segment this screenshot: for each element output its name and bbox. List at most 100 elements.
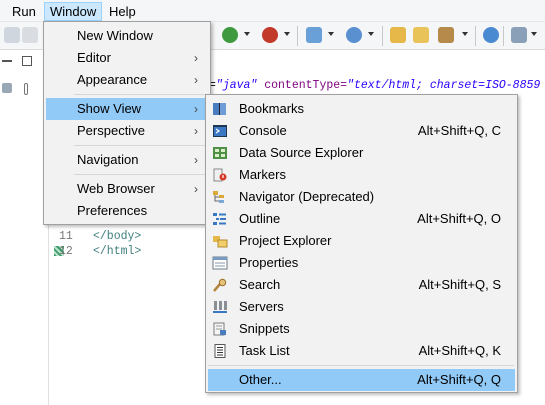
open-folder-icon[interactable]: [413, 27, 429, 43]
toolbar-item-icon[interactable]: [511, 27, 527, 43]
snippets-icon: [213, 322, 226, 336]
menu-item-label: Web Browser: [77, 181, 155, 196]
chevron-down-icon[interactable]: [368, 32, 374, 36]
menu-item-other[interactable]: Other... Alt+Shift+Q, Q: [208, 369, 515, 391]
code-attribute: contentType=: [257, 79, 348, 92]
menu-item-label: Show View: [77, 101, 142, 116]
submenu-arrow-icon: ›: [194, 182, 198, 196]
menu-bar: Run Window Help: [0, 0, 545, 22]
chevron-down-icon[interactable]: [284, 32, 290, 36]
markers-icon: [213, 168, 227, 182]
task-list-icon: [214, 344, 226, 358]
menu-item-show-view[interactable]: Show View ›: [46, 98, 208, 120]
menu-item-label: Other...: [239, 372, 282, 387]
menu-item-new-window[interactable]: New Window: [46, 25, 208, 47]
chevron-down-icon[interactable]: [531, 32, 537, 36]
menu-separator: [74, 94, 207, 95]
submenu-arrow-icon: ›: [194, 51, 198, 65]
menu-item-label: Servers: [239, 299, 284, 314]
menu-item-shortcut: Alt+Shift+Q, S: [418, 277, 501, 292]
toolbar-separator: [297, 26, 298, 46]
toolbar-separator: [475, 26, 476, 46]
menu-item-label: Project Explorer: [239, 233, 332, 248]
search-tool-icon[interactable]: [438, 27, 454, 43]
chevron-down-icon[interactable]: [244, 32, 250, 36]
new-server-icon[interactable]: [306, 27, 322, 43]
bookmarks-icon: [213, 103, 226, 115]
menu-item-label: Outline: [239, 211, 281, 226]
navigator-icon: [213, 191, 224, 203]
run-icon[interactable]: [262, 27, 278, 43]
menu-item-search[interactable]: Search Alt+Shift+Q, S: [208, 274, 515, 296]
menu-separator: [74, 174, 207, 175]
outline-icon: [213, 213, 226, 225]
menu-help[interactable]: Help: [104, 2, 141, 21]
menu-item-appearance[interactable]: Appearance ›: [46, 69, 208, 91]
menu-item-label: Search: [239, 277, 281, 292]
menu-item-label: Data Source Explorer: [239, 145, 364, 160]
menu-item-label: Perspective: [77, 123, 145, 138]
menu-window[interactable]: Window: [44, 2, 103, 21]
menu-separator: [208, 365, 514, 366]
menu-item-snippets[interactable]: Snippets: [208, 318, 515, 340]
menu-item-label: Snippets: [239, 321, 290, 336]
menu-item-label: Appearance: [77, 72, 148, 87]
menu-item-label: New Window: [77, 28, 153, 43]
menu-item-shortcut: Alt+Shift+Q, O: [417, 211, 501, 226]
window-menu: New Window Editor › Appearance › Show Vi…: [43, 21, 211, 225]
menu-item-label: Console: [239, 123, 287, 138]
external-tools-icon[interactable]: [346, 27, 362, 43]
code-line: </html>: [93, 245, 142, 258]
menu-item-bookmarks[interactable]: Bookmarks: [208, 98, 515, 120]
menu-item-navigator[interactable]: Navigator (Deprecated): [208, 186, 515, 208]
menu-run[interactable]: Run: [7, 2, 41, 21]
console-icon: [213, 125, 227, 137]
toolbar-item-icon[interactable]: [22, 27, 38, 43]
menu-item-web-browser[interactable]: Web Browser ›: [46, 178, 208, 200]
menu-item-outline[interactable]: Outline Alt+Shift+Q, O: [208, 208, 515, 230]
project-explorer-icon: [213, 236, 228, 248]
code-string: "text/html; charset=ISO-8859: [347, 79, 541, 92]
show-view-submenu: Bookmarks Console Alt+Shift+Q, C Data So…: [205, 94, 518, 393]
menu-item-shortcut: Alt+Shift+Q, C: [417, 123, 501, 138]
data-source-icon: [213, 147, 227, 159]
debug-icon[interactable]: [222, 27, 238, 43]
menu-item-label: Markers: [239, 167, 286, 182]
line-number: 11: [59, 230, 73, 243]
chevron-down-icon[interactable]: [462, 32, 468, 36]
code-string: "java": [215, 79, 258, 92]
submenu-arrow-icon: ›: [194, 124, 198, 138]
code-line-attributes: ="java" contentType="text/html; charset=…: [209, 79, 540, 92]
left-trim-stack: [0, 51, 42, 405]
properties-icon: [212, 256, 228, 270]
menu-item-console[interactable]: Console Alt+Shift+Q, C: [208, 120, 515, 142]
submenu-arrow-icon: ›: [194, 153, 198, 167]
menu-item-shortcut: Alt+Shift+Q, K: [418, 343, 501, 358]
menu-item-properties[interactable]: Properties: [208, 252, 515, 274]
menu-item-label: Editor: [77, 50, 111, 65]
chevron-down-icon[interactable]: [328, 32, 334, 36]
toolbar-separator: [503, 26, 504, 46]
view-icon[interactable]: [24, 83, 28, 95]
menu-item-editor[interactable]: Editor ›: [46, 47, 208, 69]
menu-item-preferences[interactable]: Preferences: [46, 200, 208, 222]
toolbar-item-icon[interactable]: [4, 27, 20, 43]
maximize-icon[interactable]: [22, 56, 32, 66]
menu-item-data-source-explorer[interactable]: Data Source Explorer: [208, 142, 515, 164]
menu-item-label: Task List: [239, 343, 290, 358]
view-icon[interactable]: [2, 83, 12, 93]
menu-item-servers[interactable]: Servers: [208, 296, 515, 318]
menu-item-perspective[interactable]: Perspective ›: [46, 120, 208, 142]
code-line: </body>: [93, 230, 142, 243]
menu-item-navigation[interactable]: Navigation ›: [46, 149, 208, 171]
open-type-icon[interactable]: [390, 27, 406, 43]
submenu-arrow-icon: ›: [194, 73, 198, 87]
servers-icon: [213, 301, 227, 313]
menu-item-markers[interactable]: Markers: [208, 164, 515, 186]
menu-item-task-list[interactable]: Task List Alt+Shift+Q, K: [208, 340, 515, 362]
minimize-icon[interactable]: [2, 60, 12, 62]
menu-item-project-explorer[interactable]: Project Explorer: [208, 230, 515, 252]
globe-icon[interactable]: [483, 27, 499, 43]
menu-item-label: Navigation: [77, 152, 139, 167]
menu-item-label: Properties: [239, 255, 299, 270]
